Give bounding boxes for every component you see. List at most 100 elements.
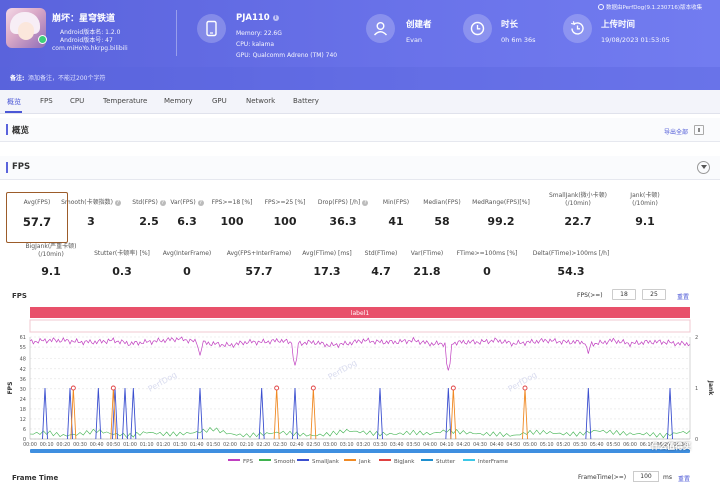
frametime-unit: ms	[663, 474, 672, 481]
bigjank-marker	[274, 385, 280, 391]
y-tick-label: 18	[20, 407, 26, 413]
remark-bar: 备注: 添加备注，不能过200个字符	[0, 67, 720, 90]
bigjank-marker	[522, 385, 528, 391]
smalljank-spike	[258, 387, 265, 440]
stat-label: Smooth(卡顿指数) ?	[61, 199, 121, 206]
legend-swatch	[421, 459, 433, 461]
x-tick-label: 04:10	[440, 442, 454, 448]
legend-swatch	[259, 459, 271, 461]
duration-value: 0h 6m 36s	[501, 36, 536, 44]
creator-value: Evan	[406, 36, 423, 44]
frametime-title: Frame Time	[12, 474, 59, 482]
section-accent	[6, 162, 8, 173]
app-package: com.miHoYo.hkrpg.bilibili	[52, 45, 128, 52]
legend-swatch	[228, 459, 240, 461]
x-tick-label: 04:00	[423, 442, 437, 448]
x-tick-label: 05:10	[540, 442, 554, 448]
header-divider	[176, 10, 177, 56]
x-tick-label: 02:00	[223, 442, 237, 448]
smalljank-spike	[667, 387, 673, 440]
device-info-icon[interactable]: i	[272, 15, 279, 21]
tab-memory[interactable]: Memory	[164, 97, 192, 105]
frametime-reset-link[interactable]: 重置	[678, 474, 690, 483]
stat-label-unit: (/10min)	[38, 250, 64, 258]
smalljank-spike	[130, 387, 137, 440]
x-tick-label: 03:10	[340, 442, 354, 448]
collapse-icon[interactable]	[697, 161, 710, 174]
legend-item-smooth[interactable]: Smooth	[259, 459, 295, 465]
fps-threshold-input-1[interactable]: 18	[612, 289, 636, 300]
tab-fps[interactable]: FPS	[40, 97, 53, 105]
y-tick-label: 36	[20, 377, 26, 383]
legend-item-fps[interactable]: FPS	[228, 459, 253, 465]
x-tick-label: 01:40	[190, 442, 204, 448]
tab-gpu[interactable]: GPU	[212, 97, 227, 105]
stat-value: 0	[483, 265, 491, 278]
stat-var-ftime: Var(FTime) 21.8	[396, 250, 458, 283]
stat-medrange-fps: MedRange(FPS)[%] 99.2	[470, 199, 532, 239]
x-tick-label: 04:50	[506, 442, 520, 448]
smalljank-spike	[585, 387, 592, 440]
legend-label: Stutter	[436, 459, 456, 465]
frametime-threshold-input[interactable]: 100	[633, 471, 659, 482]
stat-value: 21.8	[413, 265, 441, 278]
x-tick-label: 05:50	[606, 442, 620, 448]
legend-item-stutter[interactable]: Stutter	[421, 459, 455, 465]
user-icon	[366, 14, 395, 43]
fps-threshold-input-2[interactable]: 25	[642, 289, 666, 300]
x-tick-label: 01:10	[140, 442, 154, 448]
plot-watermark: PerfDog	[327, 358, 359, 382]
export-all-link[interactable]: 导出全部	[664, 127, 688, 136]
tab-cpu[interactable]: CPU	[70, 97, 84, 105]
x-tick-label: 03:40	[390, 442, 404, 448]
y-tick-label: 24	[20, 397, 26, 403]
stat-label: Jank(卡顿)	[630, 192, 660, 199]
y-tick-label: 12	[20, 417, 26, 423]
bigjank-marker	[310, 385, 316, 391]
stat-label: Delta(FTime)>100ms [/h]	[532, 250, 610, 257]
x-tick-label: 06:00	[623, 442, 637, 448]
android-icon	[38, 35, 47, 44]
jank-spike	[522, 387, 528, 440]
x-tick-label: 00:50	[106, 442, 120, 448]
device-gpu: GPU: Qualcomm Adreno (TM) 740	[236, 52, 338, 59]
y2-tick-label: 1	[695, 386, 698, 392]
x-tick-label: 04:30	[473, 442, 487, 448]
y-tick-label: 6	[23, 427, 26, 433]
overview-section-header: 概览 导出全部	[0, 118, 720, 142]
time-scrollbar	[30, 449, 690, 453]
app-build: Android版本号: 47	[60, 37, 113, 44]
stat-value: 17.3	[313, 265, 341, 278]
legend-item-jank[interactable]: Jank	[344, 459, 371, 465]
fps-reset-link[interactable]: 重置	[677, 292, 689, 301]
y-tick-label: 42	[20, 367, 26, 373]
legend-item-interframe[interactable]: InterFrame	[463, 459, 508, 465]
tab-network[interactable]: Network	[246, 97, 275, 105]
x-tick-label: 02:40	[290, 442, 304, 448]
x-tick-label: 05:20	[556, 442, 570, 448]
stat-label: FPS>=25 [%]	[264, 199, 306, 206]
device-name: PJA110 i	[236, 13, 279, 23]
legend-item-smalljank[interactable]: SmallJank	[297, 459, 339, 465]
stat-label: MedRange(FPS)[%]	[472, 199, 530, 206]
smalljank-spike	[122, 387, 128, 440]
legend-label: SmallJank	[312, 459, 339, 465]
remark-input[interactable]: 添加备注，不能过200个字符	[28, 73, 105, 82]
stat-value: 3	[87, 215, 95, 228]
y2-tick-label: 2	[695, 335, 698, 341]
creator-label: 创建者	[406, 20, 432, 30]
legend-item-bigjank[interactable]: BigJank	[379, 459, 414, 465]
x-tick-label: 02:30	[273, 442, 287, 448]
stat-label: Stutter(卡顿率) [%]	[94, 250, 150, 257]
plot-watermark: PerfDog	[507, 370, 539, 394]
tab-overview[interactable]: 概览	[7, 97, 21, 107]
y-tick-label: 30	[20, 387, 26, 393]
export-icon[interactable]	[694, 125, 704, 135]
device-memory: Memory: 22.6G	[236, 30, 282, 37]
report-header: 崩坏：星穹铁道 Android版本名: 1.2.0 Android版本号: 47…	[0, 0, 720, 90]
active-tab-indicator	[5, 111, 22, 113]
upload-label: 上传时间	[601, 20, 636, 30]
y2-axis-label: Jank	[707, 380, 714, 397]
tab-battery[interactable]: Battery	[293, 97, 319, 105]
tab-temperature[interactable]: Temperature	[103, 97, 147, 105]
